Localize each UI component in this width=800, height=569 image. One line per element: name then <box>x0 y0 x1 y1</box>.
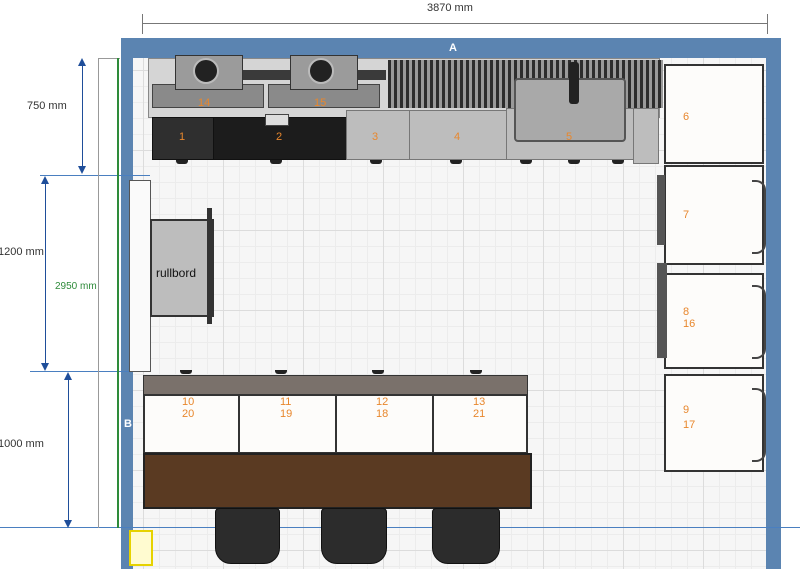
cabinet-label-4: 4 <box>454 131 461 143</box>
bar-stool <box>215 508 280 564</box>
dim-1200-label: 1200 mm <box>0 246 44 258</box>
end-panel <box>633 108 659 164</box>
dim-line-1 <box>40 175 150 176</box>
appliance-label-8a: 8 <box>683 306 690 318</box>
island-top <box>143 375 528 395</box>
hood-fan-icon <box>193 58 219 84</box>
faucet-icon <box>569 62 579 104</box>
dim-line-3 <box>0 527 800 528</box>
hood-fan-icon <box>308 58 334 84</box>
cabinet-label-1: 1 <box>179 131 186 143</box>
appliance-label-7: 7 <box>683 209 690 221</box>
appliance-7 <box>664 165 764 265</box>
appliance-label-9b: 17 <box>683 419 696 431</box>
cabinet-label-5: 5 <box>566 131 573 143</box>
island-label-13: 13 <box>473 396 486 408</box>
island-label-10: 10 <box>182 396 195 408</box>
hob-label-15: 15 <box>314 97 327 109</box>
cabinet-label-3: 3 <box>372 131 379 143</box>
appliance-9 <box>664 374 764 472</box>
wall-right <box>766 38 781 569</box>
hob-label-14: 14 <box>198 97 211 109</box>
door-handle-icon <box>752 388 766 462</box>
island-countertop-wood <box>143 453 532 509</box>
dim-750-label: 750 mm <box>27 100 67 112</box>
dim-1000-label: 1000 mm <box>0 438 44 450</box>
appliance-label-6: 6 <box>683 111 690 123</box>
island-label-20: 20 <box>182 408 195 420</box>
wall-b-label: B <box>124 418 132 430</box>
dim-1200-line <box>45 182 46 364</box>
island-label-12: 12 <box>376 396 389 408</box>
dim-1000-line <box>68 379 69 520</box>
cabinet-label-2: 2 <box>276 131 283 143</box>
top-dimension: 3870 mm <box>142 2 768 34</box>
left-wall-shelf <box>129 180 151 372</box>
appliance-8 <box>664 273 764 369</box>
door-marker <box>129 530 153 566</box>
appliance-6 <box>664 64 764 164</box>
dim-750-line <box>82 62 83 168</box>
oven-control-icon <box>265 114 289 126</box>
door-handle-icon <box>752 180 766 254</box>
trolley-label: rullbord <box>156 266 197 280</box>
island-label-21: 21 <box>473 408 486 420</box>
appliance-label-9a: 9 <box>683 404 690 416</box>
island-label-19: 19 <box>280 408 293 420</box>
bar-stool <box>432 508 500 564</box>
dim-2950-label: 2950 mm <box>55 281 97 292</box>
width-label: 3870 mm <box>427 2 473 14</box>
island-label-11: 11 <box>280 396 292 408</box>
door-handle-icon <box>752 285 766 359</box>
bar-stool <box>321 508 387 564</box>
dim-2950-line <box>98 58 99 528</box>
island-label-18: 18 <box>376 408 389 420</box>
wall-a-label: A <box>449 42 457 54</box>
appliance-label-8b: 16 <box>683 318 696 330</box>
